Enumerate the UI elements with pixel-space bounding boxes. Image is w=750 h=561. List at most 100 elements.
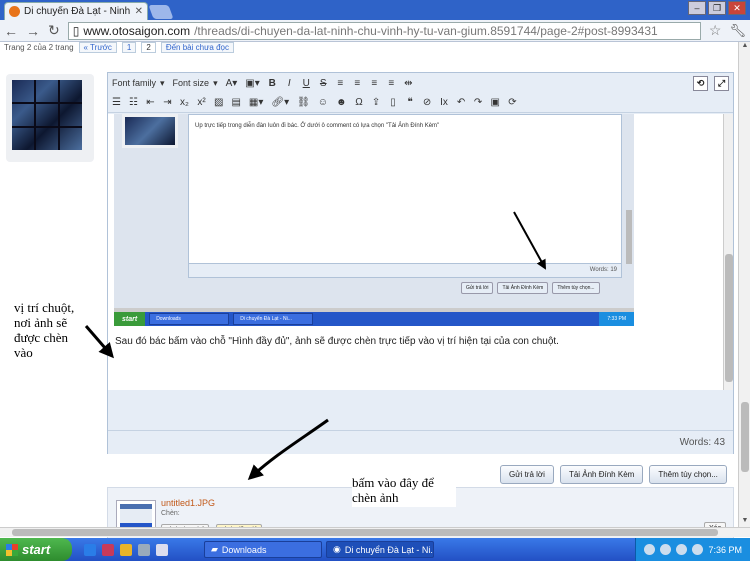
font-family-select[interactable]: Font family ▾ bbox=[112, 78, 165, 89]
attachment-filename[interactable]: untitled1.JPG bbox=[161, 498, 215, 508]
system-tray: 7:36 PM bbox=[635, 538, 750, 561]
task-downloads-label: Downloads bbox=[221, 544, 267, 555]
scroll-down-icon[interactable]: ▼ bbox=[739, 517, 750, 527]
ie-icon[interactable] bbox=[84, 543, 96, 556]
maximize-icon[interactable]: ❐ bbox=[708, 1, 726, 15]
editor-scroll-thumb[interactable] bbox=[725, 254, 733, 382]
close-window-icon[interactable]: ✕ bbox=[728, 1, 746, 15]
redo-icon[interactable]: ↷ bbox=[474, 97, 483, 108]
embedded-word-count: Words: 19 bbox=[188, 264, 622, 278]
window-controls: – ❐ ✕ bbox=[688, 1, 746, 15]
unread-link[interactable]: Đến bài chưa đọc bbox=[160, 42, 234, 53]
network-icon[interactable] bbox=[660, 544, 672, 555]
page-count-label: Trang 2 của 2 trang bbox=[4, 43, 74, 52]
chrome-icon[interactable] bbox=[120, 543, 132, 556]
link-icon[interactable]: 🔗︎▾ bbox=[271, 97, 289, 108]
browser-tabstrip: Di chuyển Đà Lạt - Ninh Chữ ✕ – ❐ ✕ bbox=[0, 0, 750, 20]
browser-toolbar: ← → ↻ ▯ www.otosaigon.com/threads/di-chu… bbox=[0, 20, 750, 42]
text-color-icon[interactable]: A▾ bbox=[226, 78, 238, 89]
numbered-list-icon[interactable]: ☷ bbox=[129, 97, 138, 108]
editor-body-text: Sau đó bác bấm vào chỗ "Hình đầy đủ", ản… bbox=[115, 336, 559, 347]
more-options-button[interactable]: Thêm tùy chọn... bbox=[649, 465, 727, 484]
task-browser[interactable]: ◉ Di chuyển Đà Lạt - Ni... bbox=[326, 541, 434, 558]
strikethrough-icon[interactable]: S bbox=[319, 78, 328, 89]
address-bar[interactable]: ▯ www.otosaigon.com/threads/di-chuyen-da… bbox=[67, 21, 701, 40]
paste-icon[interactable]: ▣ bbox=[491, 97, 500, 108]
folder-icon[interactable] bbox=[138, 543, 150, 556]
align-left-icon[interactable]: ≡ bbox=[336, 78, 345, 89]
windows-logo-icon bbox=[6, 543, 18, 556]
upload-icon[interactable]: ⇪ bbox=[372, 97, 381, 108]
app-icon[interactable] bbox=[102, 543, 114, 556]
omega-icon[interactable]: Ω bbox=[355, 97, 364, 108]
new-tab-button[interactable] bbox=[148, 5, 174, 19]
page-scroll-thumb[interactable] bbox=[741, 402, 749, 472]
editor-text-area[interactable]: Up trực tiếp trong diễn đàn luôn đi bác.… bbox=[108, 114, 723, 390]
media-icon[interactable]: ▤ bbox=[231, 97, 240, 108]
minimize-icon[interactable]: – bbox=[688, 1, 706, 15]
quote-icon[interactable]: ❝ bbox=[406, 97, 415, 108]
task-downloads[interactable]: ▰ Downloads bbox=[204, 541, 322, 558]
bold-icon[interactable]: B bbox=[268, 78, 277, 89]
clear-format-icon[interactable]: Ix bbox=[440, 97, 449, 108]
scroll-up-icon[interactable]: ▲ bbox=[739, 42, 750, 52]
start-button[interactable]: start bbox=[0, 538, 72, 561]
align-right-icon[interactable]: ≡ bbox=[370, 78, 379, 89]
subscript-icon[interactable]: x₂ bbox=[180, 97, 189, 108]
highlight-color-icon[interactable]: ▣▾ bbox=[245, 78, 259, 89]
page-icon: ▯ bbox=[72, 23, 80, 38]
volume-icon[interactable] bbox=[676, 544, 688, 555]
security-icon[interactable] bbox=[692, 544, 704, 555]
bookmark-star-icon[interactable]: ☆ bbox=[709, 22, 722, 39]
page-1-link[interactable]: 1 bbox=[121, 42, 137, 53]
wrench-menu-icon[interactable]: 🔧︎ bbox=[729, 23, 746, 39]
quick-launch bbox=[78, 543, 174, 556]
table-icon[interactable]: ▦▾ bbox=[249, 97, 263, 108]
insert-label: Chèn: bbox=[161, 510, 180, 517]
page-hscroll-thumb[interactable] bbox=[12, 529, 718, 536]
dropdown-arrow-icon: ▾ bbox=[160, 77, 165, 88]
back-arrow-icon[interactable]: ← bbox=[4, 23, 18, 39]
reply-button[interactable]: Gửi trả lời bbox=[500, 465, 554, 484]
document-icon[interactable]: ▯ bbox=[389, 97, 398, 108]
align-center-icon[interactable]: ≡ bbox=[353, 78, 362, 89]
messenger-icon[interactable] bbox=[156, 543, 168, 556]
close-tab-icon[interactable]: ✕ bbox=[135, 6, 143, 17]
site-favicon-icon bbox=[9, 6, 20, 17]
justify-icon[interactable]: ≡ bbox=[387, 78, 396, 89]
folder-icon: ▰ bbox=[211, 544, 218, 554]
font-size-select[interactable]: Font size ▾ bbox=[173, 78, 218, 89]
avatar[interactable] bbox=[12, 80, 82, 150]
page-horizontal-scrollbar[interactable] bbox=[0, 527, 750, 537]
italic-icon[interactable]: I bbox=[285, 78, 294, 89]
forward-arrow-icon[interactable]: → bbox=[26, 23, 40, 39]
embedded-editor-text: Up trực tiếp trong diễn đàn luôn đi bác.… bbox=[188, 114, 622, 264]
horizontal-rule-icon[interactable]: ⇹ bbox=[404, 78, 413, 89]
source-mode-icon[interactable]: ⟲ bbox=[693, 75, 708, 91]
fullscreen-icon[interactable]: ⤢ bbox=[714, 75, 729, 91]
undo-icon[interactable]: ↶ bbox=[457, 97, 466, 108]
emoticon-icon[interactable]: ☻ bbox=[336, 97, 347, 108]
smiley-icon[interactable]: ☺ bbox=[318, 97, 328, 108]
hide-icon[interactable]: ⊘ bbox=[423, 97, 432, 108]
prev-page-link[interactable]: « Trước bbox=[78, 42, 117, 53]
outdent-icon[interactable]: ⇤ bbox=[146, 97, 155, 108]
clock: 7:36 PM bbox=[708, 544, 742, 555]
embedded-clock: 7:33 PM bbox=[599, 312, 634, 326]
dropdown-arrow-icon: ▾ bbox=[213, 77, 218, 88]
reload-icon[interactable]: ↻ bbox=[48, 22, 60, 39]
page-vertical-scrollbar[interactable]: ▲ ▼ bbox=[738, 42, 750, 527]
underline-icon[interactable]: U bbox=[302, 78, 311, 89]
image-icon[interactable]: ▨ bbox=[214, 97, 223, 108]
editor-actions: Gửi trả lời Tải Ảnh Đính Kèm Thêm tùy ch… bbox=[500, 465, 727, 484]
attach-image-button[interactable]: Tải Ảnh Đính Kèm bbox=[559, 465, 644, 484]
bullet-list-icon[interactable]: ☰ bbox=[112, 97, 121, 108]
restore-icon[interactable]: ⟳ bbox=[508, 97, 517, 108]
browser-tab[interactable]: Di chuyển Đà Lạt - Ninh Chữ ✕ bbox=[4, 2, 148, 20]
unlink-icon[interactable]: ⛓︎ bbox=[297, 97, 310, 108]
superscript-icon[interactable]: x² bbox=[197, 97, 206, 108]
editor-scrollbar[interactable] bbox=[723, 114, 733, 390]
help-icon[interactable] bbox=[644, 544, 656, 555]
indent-icon[interactable]: ⇥ bbox=[163, 97, 172, 108]
embedded-buttons: Gửi trả lời Tải Ảnh Đính Kèm Thêm tùy ch… bbox=[461, 282, 600, 294]
